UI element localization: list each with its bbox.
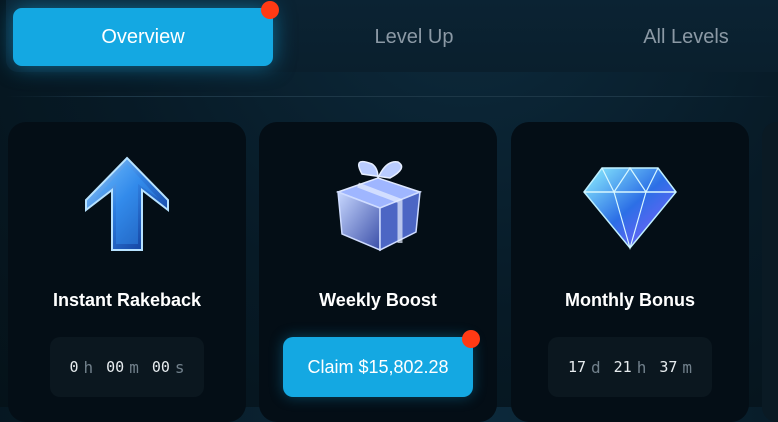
claim-button[interactable]: Claim $15,802.28 [283,337,473,397]
timer-hours-unit: h [83,357,94,377]
card-weekly-boost: Weekly Boost Claim $15,802.28 [259,122,497,422]
card-title: Instant Rakeback [52,290,202,310]
card-partial [762,122,778,422]
tab-level-up[interactable]: Level Up [284,8,544,66]
timer-minutes-unit: m [682,357,693,377]
tab-overview-notification-dot [261,1,279,19]
card-title: Weekly Boost [319,290,437,310]
timer-minutes-value: 00 [106,358,125,376]
rakeback-countdown: 0h 00 m 00 s [50,337,204,397]
tab-overview-label: Overview [101,25,185,48]
card-monthly-bonus: Monthly Bonus 17 d 21 h 37 m [511,122,749,422]
timer-hours-value: 0 [69,358,79,376]
timer-minutes-value: 37 [659,358,678,376]
monthly-countdown: 17 d 21 h 37 m [548,337,712,397]
tab-all-levels-label: All Levels [643,25,729,48]
timer-hours-unit: h [636,357,647,377]
timer-days-value: 17 [567,358,586,376]
tab-all-levels[interactable]: All Levels [555,8,778,66]
timer-minutes-unit: m [129,357,139,377]
diamond-icon [580,154,680,259]
tab-overview[interactable]: Overview [13,8,273,66]
card-title: Monthly Bonus [565,290,695,310]
claim-notification-dot [462,330,480,348]
divider [6,96,778,97]
arrow-up-icon [82,154,172,259]
timer-hours-value: 21 [613,358,632,376]
timer-seconds-value: 00 [151,358,170,376]
timer-days-unit: d [591,357,601,377]
tab-level-up-label: Level Up [374,25,454,48]
card-instant-rakeback: Instant Rakeback 0h 00 m 00 s [8,122,246,422]
timer-seconds-unit: s [174,357,185,377]
gift-box-icon [328,154,428,259]
